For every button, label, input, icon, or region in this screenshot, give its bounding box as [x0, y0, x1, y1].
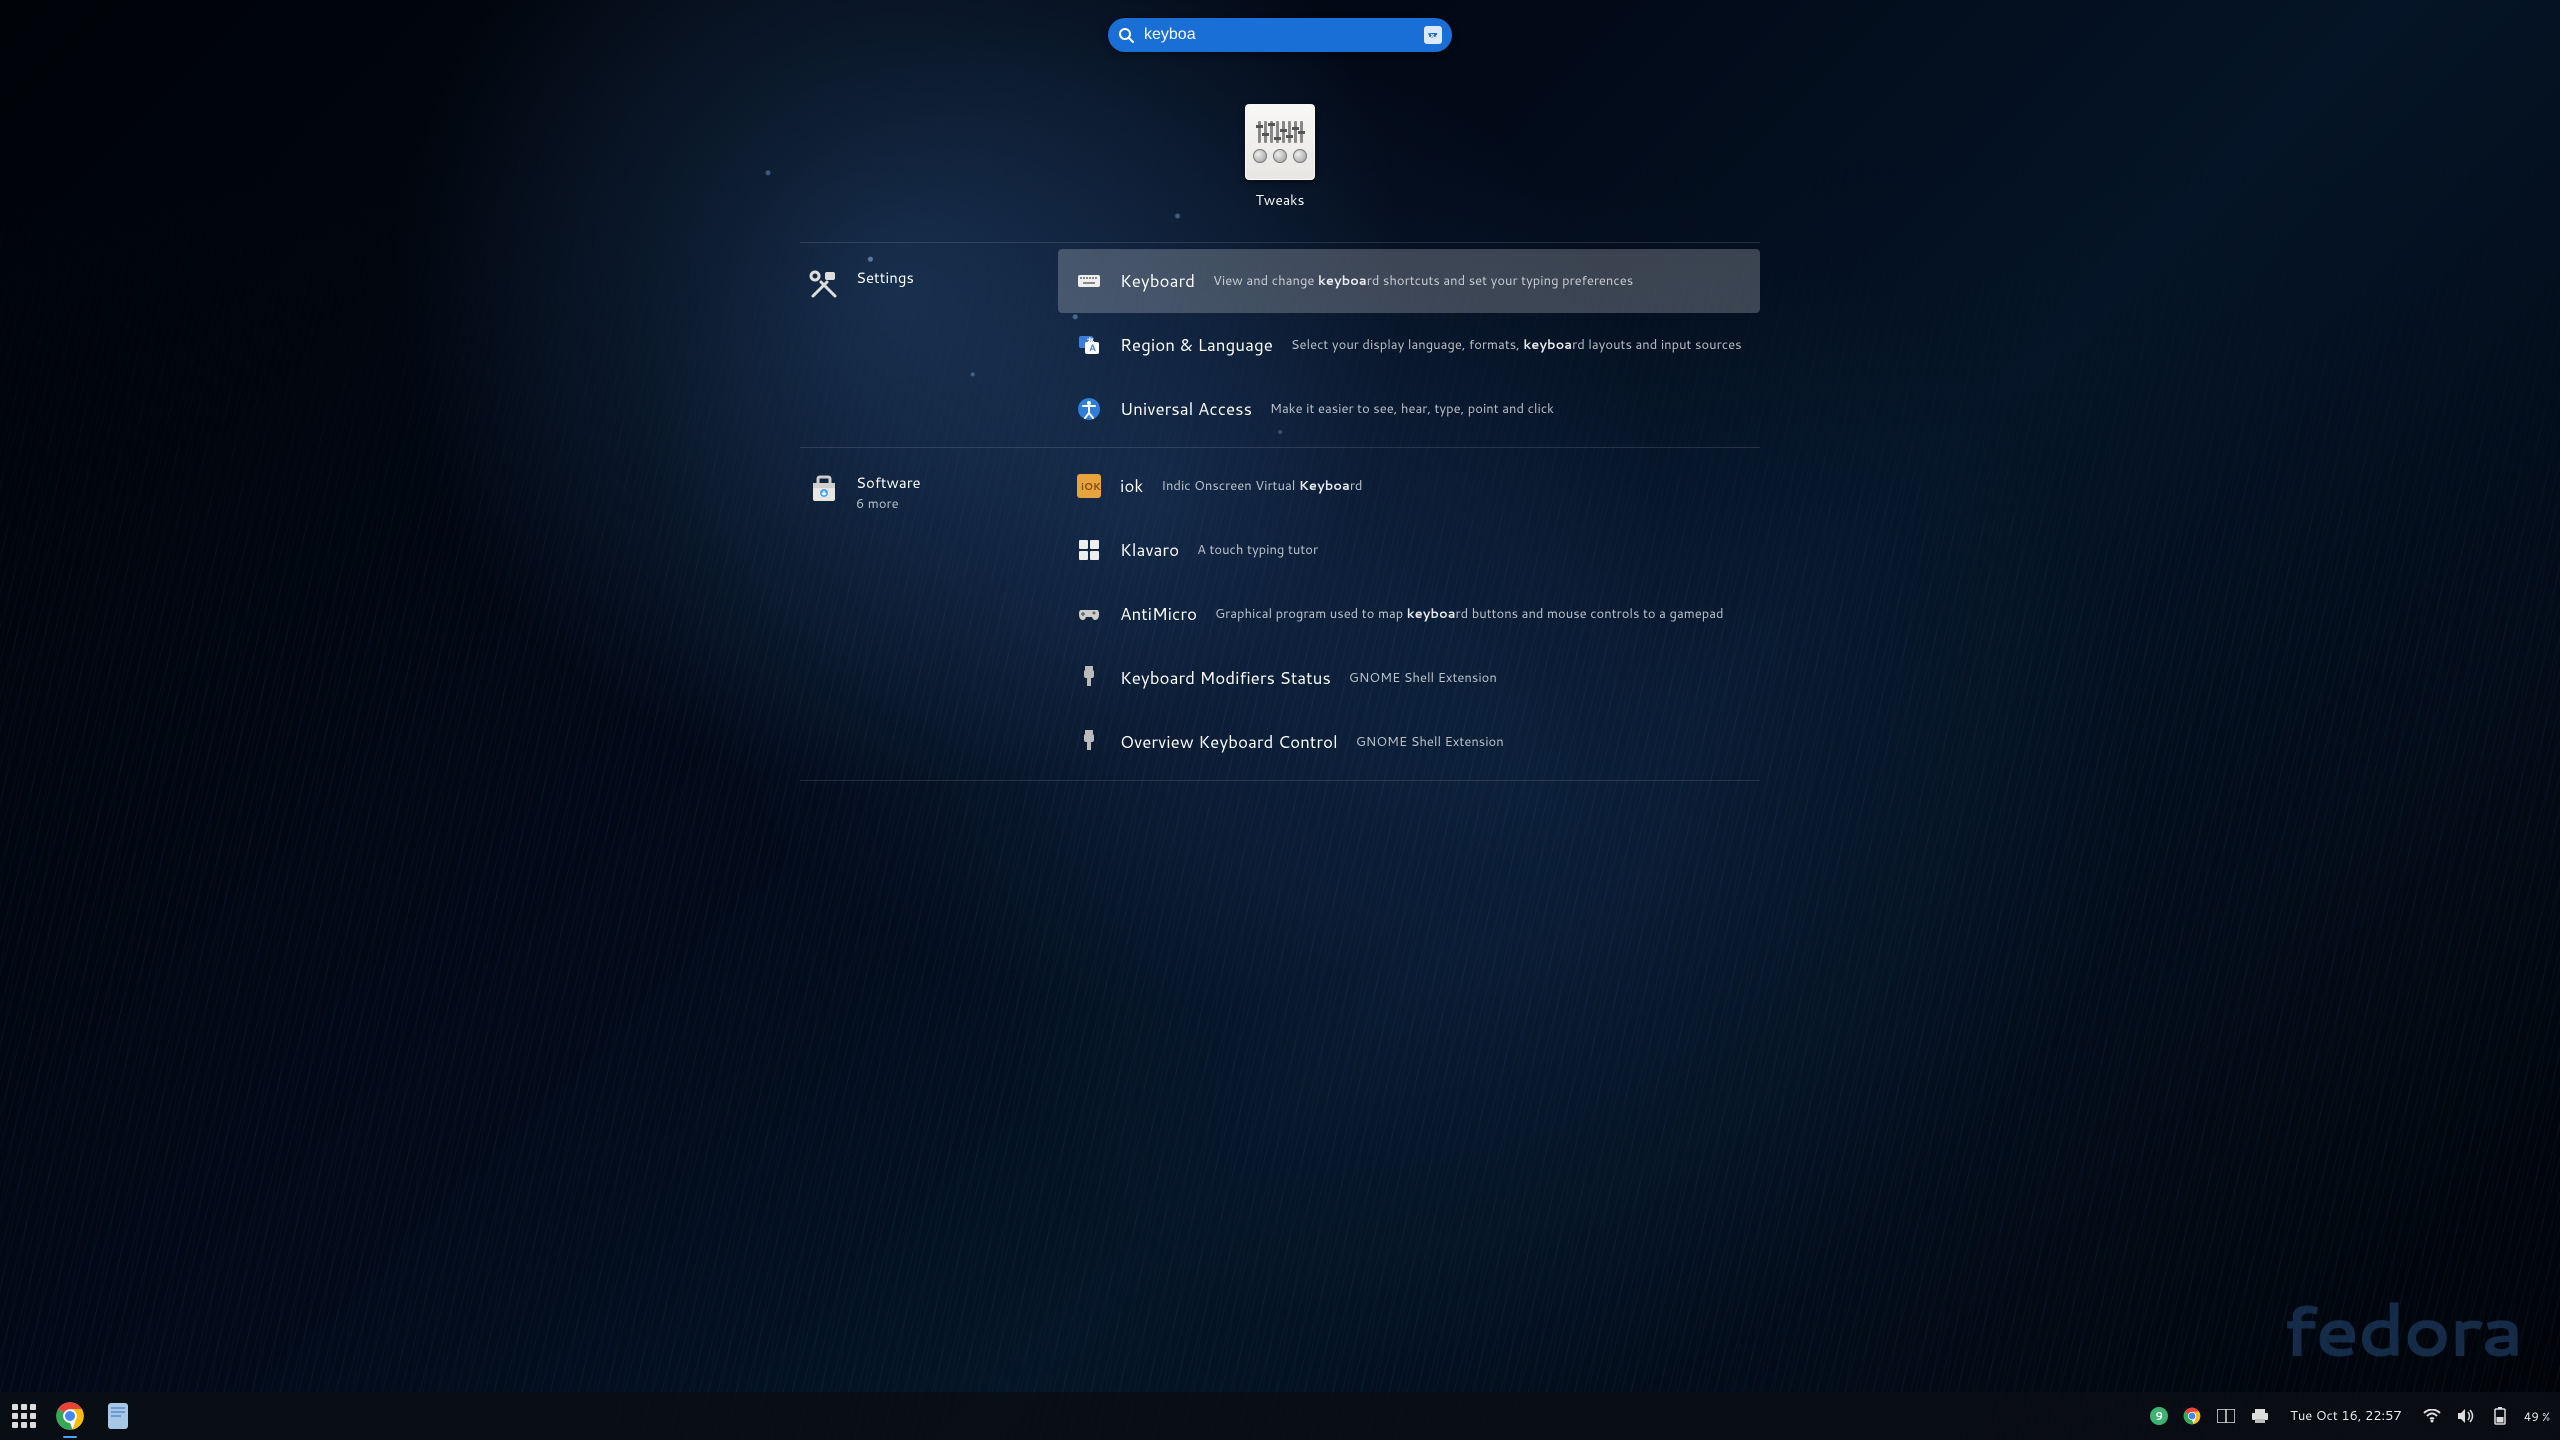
clear-search-button[interactable]: [1424, 26, 1442, 44]
taskbar-clock[interactable]: Tue Oct 16, 22:57: [2290, 1407, 2402, 1425]
tweaks-icon: [1245, 104, 1315, 180]
result-title: Keyboard Modifiers Status: [1120, 666, 1331, 690]
software-icon: [806, 472, 842, 508]
show-applications-button[interactable]: [10, 1402, 38, 1430]
result-title: Klavaro: [1120, 538, 1179, 562]
wifi-icon[interactable]: [2422, 1406, 2442, 1426]
settings-icon: [806, 267, 842, 303]
taskbar-app-files[interactable]: [102, 1400, 134, 1432]
keyboard-icon: [1076, 268, 1102, 294]
region-language-icon: あA: [1076, 332, 1102, 358]
klavaro-icon: [1076, 537, 1102, 563]
tray-printer-icon[interactable]: [2250, 1406, 2270, 1426]
extension-plugin-icon: [1076, 665, 1102, 691]
result-title: AntiMicro: [1120, 602, 1197, 626]
tray-workspace-icon[interactable]: [2216, 1406, 2236, 1426]
result-title: Overview Keyboard Control: [1120, 730, 1338, 754]
extension-plugin-icon: [1076, 729, 1102, 755]
tray-chrome-icon[interactable]: [2182, 1406, 2202, 1426]
result-row-kbd-modifiers-status[interactable]: Keyboard Modifiers Status GNOME Shell Ex…: [1058, 646, 1760, 710]
universal-access-icon: [1076, 396, 1102, 422]
result-title: Keyboard: [1120, 269, 1195, 293]
section-title: Settings: [856, 267, 914, 288]
result-section-settings: Settings Keyboard View and change keyboa…: [800, 242, 1760, 447]
tray-badge[interactable]: 9: [2150, 1407, 2168, 1425]
result-section-software: Software 6 more iOK iok Indic Onscreen V…: [800, 447, 1760, 780]
result-row-klavaro[interactable]: Klavaro A touch typing tutor: [1058, 518, 1760, 582]
search-icon: [1118, 27, 1134, 43]
app-result-tweaks[interactable]: Tweaks: [1245, 104, 1315, 210]
results-divider: [800, 780, 1760, 781]
section-header-software[interactable]: Software 6 more: [800, 454, 1058, 774]
result-title: Universal Access: [1120, 397, 1252, 421]
result-desc: View and change keyboard shortcuts and s…: [1213, 272, 1633, 290]
svg-text:iOK: iOK: [1081, 480, 1101, 494]
result-desc: Select your display language, formats, k…: [1291, 336, 1742, 354]
activities-overview: Tweaks Settings: [0, 0, 2560, 1440]
result-desc: Graphical program used to map keyboard b…: [1215, 605, 1724, 623]
result-title: iok: [1120, 474, 1143, 498]
result-desc: Make it easier to see, hear, type, point…: [1270, 400, 1554, 418]
battery-icon[interactable]: [2490, 1406, 2510, 1426]
search-input[interactable]: [1144, 26, 1414, 44]
result-desc: GNOME Shell Extension: [1356, 733, 1504, 751]
result-desc: GNOME Shell Extension: [1349, 669, 1497, 687]
result-row-overview-kbd-control[interactable]: Overview Keyboard Control GNOME Shell Ex…: [1058, 710, 1760, 774]
result-desc: Indic Onscreen Virtual Keyboard: [1161, 477, 1362, 495]
svg-text:A: A: [1089, 341, 1096, 354]
result-title: Region & Language: [1120, 333, 1273, 357]
result-desc: A touch typing tutor: [1197, 541, 1318, 559]
app-result-label: Tweaks: [1256, 190, 1305, 210]
result-row-region[interactable]: あA Region & Language Select your display…: [1058, 313, 1760, 377]
taskbar: 9 Tue Oct 16, 22:57 49 %: [0, 1392, 2560, 1440]
battery-percent: 49 %: [2524, 1408, 2550, 1425]
result-row-keyboard[interactable]: Keyboard View and change keyboard shortc…: [1058, 249, 1760, 313]
section-subtitle: 6 more: [856, 495, 921, 513]
search-bar[interactable]: [1108, 18, 1452, 52]
search-results: Settings Keyboard View and change keyboa…: [800, 242, 1760, 781]
iok-icon: iOK: [1076, 473, 1102, 499]
result-row-iok[interactable]: iOK iok Indic Onscreen Virtual Keyboard: [1058, 454, 1760, 518]
result-row-antimicro[interactable]: AntiMicro Graphical program used to map …: [1058, 582, 1760, 646]
result-row-universal-access[interactable]: Universal Access Make it easier to see, …: [1058, 377, 1760, 441]
section-header-settings[interactable]: Settings: [800, 249, 1058, 441]
volume-icon[interactable]: [2456, 1406, 2476, 1426]
gamepad-icon: [1076, 601, 1102, 627]
section-title: Software: [856, 472, 921, 493]
taskbar-app-chrome[interactable]: [54, 1400, 86, 1432]
